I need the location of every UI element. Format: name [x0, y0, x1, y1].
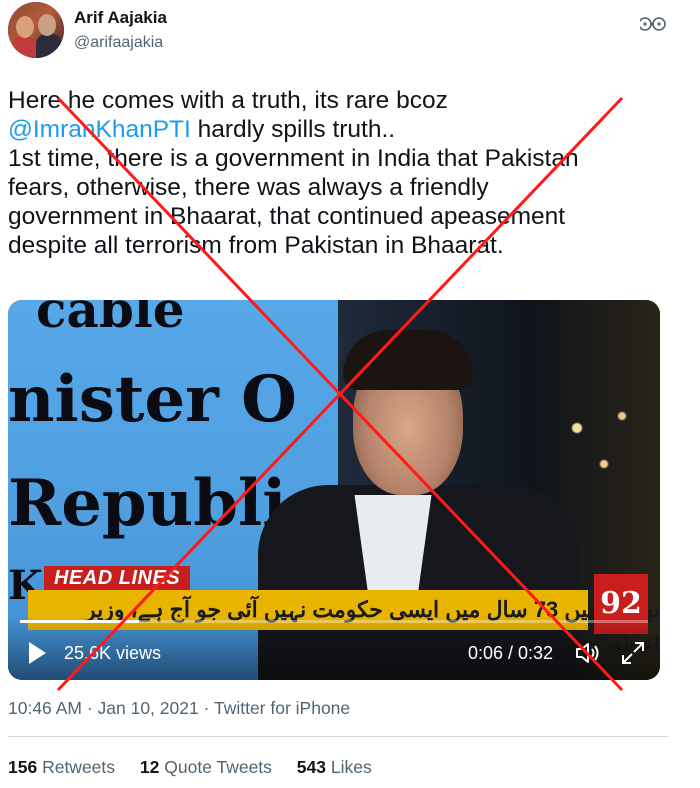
background-lights: [550, 380, 640, 500]
fullscreen-button[interactable]: [620, 640, 646, 666]
volume-icon: [576, 643, 599, 663]
tweet-time[interactable]: 10:46 AM: [8, 698, 82, 718]
likes-label: Likes: [330, 757, 372, 777]
retweets-label: Retweets: [42, 757, 116, 777]
tweet-line-5: government in Bhaarat, that continued ap…: [8, 203, 566, 230]
meta-separator: ·: [81, 698, 98, 718]
quote-tweets-label: Quote Tweets: [164, 757, 272, 777]
divider: [8, 736, 668, 737]
avatar-figure-left: [12, 36, 36, 58]
author-name[interactable]: Arif Aajakia: [74, 8, 167, 28]
video-time: 0:06 / 0:32: [468, 643, 554, 663]
mention-link[interactable]: @ImranKhanPTI: [8, 116, 191, 143]
tweet-line-1: Here he comes with a truth, its rare bco…: [8, 87, 448, 114]
avatar-face-right: [38, 14, 56, 36]
backdrop-text-1: cable: [36, 300, 185, 339]
tweet-line-3: 1st time, there is a government in India…: [8, 145, 579, 172]
avatar-figure-right: [36, 34, 62, 58]
fullscreen-icon: [622, 642, 644, 664]
tweet-date[interactable]: Jan 10, 2021: [98, 698, 199, 718]
backdrop-text-2: nister O: [8, 362, 297, 437]
meta-separator: ·: [198, 698, 214, 718]
engagement-stats: 156 Retweets 12 Quote Tweets 543 Likes: [8, 757, 372, 778]
tweet-line-2-text: hardly spills truth..: [190, 116, 396, 143]
view-count: 25.6K views: [64, 643, 162, 663]
video-player[interactable]: cable nister O Republic K بھارت میں 73 س…: [8, 300, 660, 680]
quote-tweets-count: 12: [139, 757, 160, 777]
play-icon: [29, 642, 46, 664]
likes-count: 543: [296, 757, 326, 777]
avatar-face-left: [16, 16, 34, 38]
speaker-hair: [343, 330, 473, 390]
tweet-line-2: @ImranKhanPTI hardly spills truth..: [8, 115, 668, 144]
mute-button[interactable]: [574, 640, 602, 666]
video-progress-bar[interactable]: [20, 620, 648, 623]
author-handle[interactable]: @arifaajakia: [74, 34, 163, 52]
retweets-count: 156: [8, 757, 38, 777]
tweet-text: Here he comes with a truth, its rare bco…: [8, 86, 668, 260]
more-options-button[interactable]: [640, 12, 668, 36]
headlines-tag: HEAD LINES: [44, 566, 191, 590]
more-icon: [640, 17, 666, 31]
tweet-meta: 10:46 AM · Jan 10, 2021 · Twitter for iP…: [8, 698, 350, 719]
tweet-line-4: fears, otherwise, there was always a fri…: [8, 174, 489, 201]
play-button[interactable]: [26, 640, 48, 666]
tweet-line-6: despite all terrorism from Pakistan in B…: [8, 232, 504, 259]
retweets-link[interactable]: 156 Retweets: [8, 757, 115, 777]
video-progress-fill: [20, 620, 140, 623]
likes-link[interactable]: 543 Likes: [297, 757, 372, 777]
avatar[interactable]: [8, 2, 64, 58]
tweet-source[interactable]: Twitter for iPhone: [214, 698, 350, 718]
quote-tweets-link[interactable]: 12 Quote Tweets: [140, 757, 272, 777]
